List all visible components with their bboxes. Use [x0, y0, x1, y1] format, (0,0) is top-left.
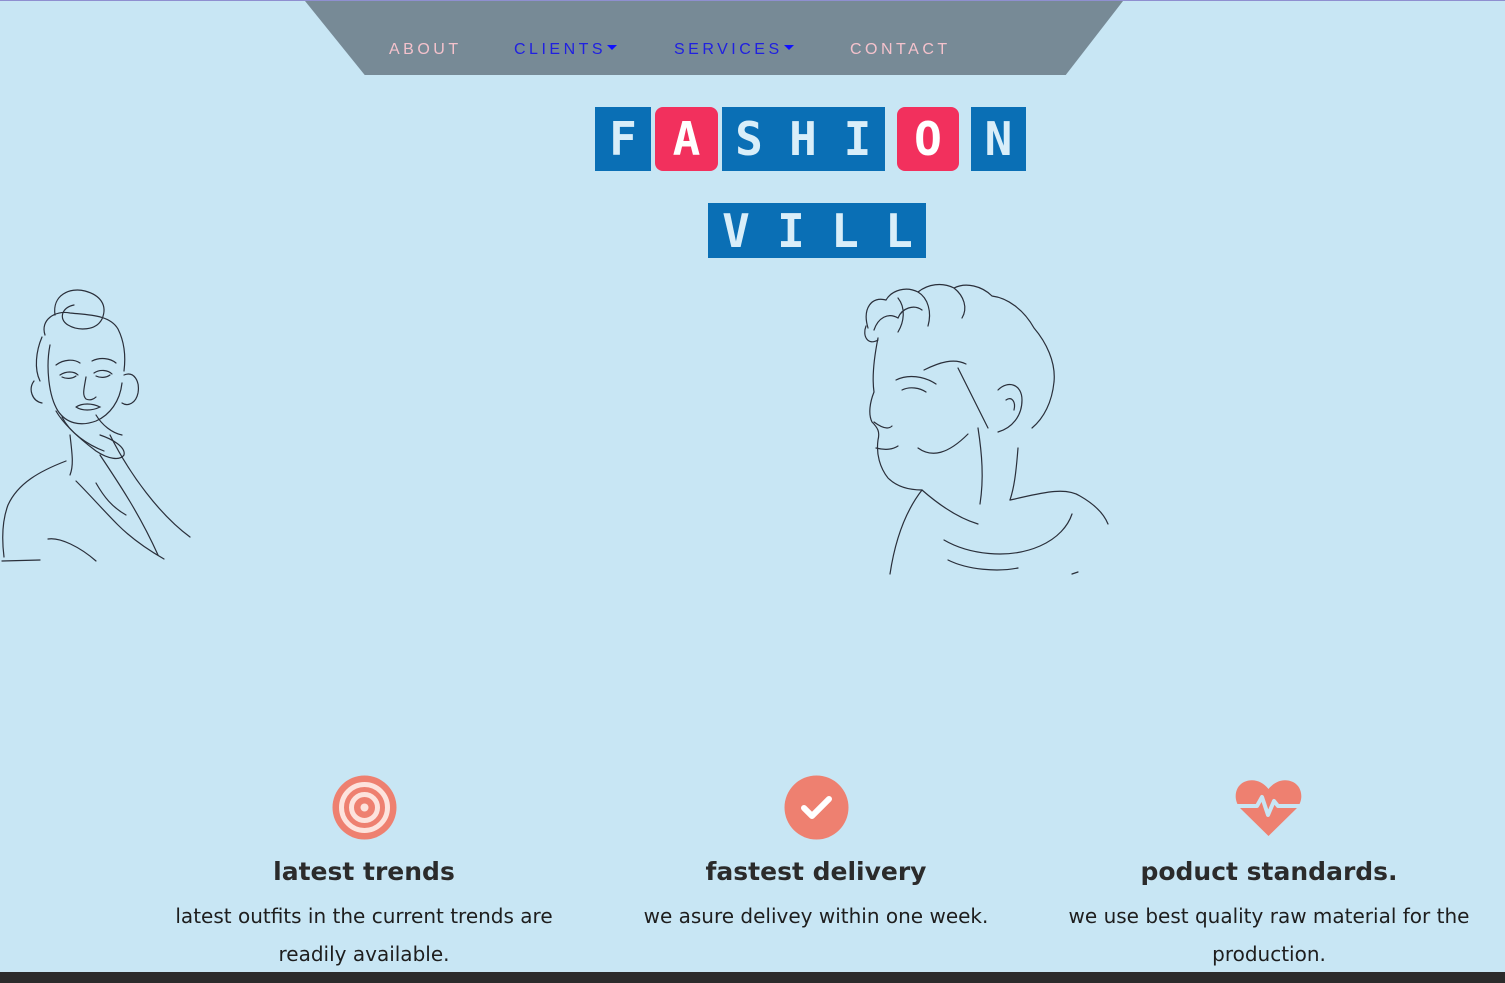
logo-letter: I	[830, 107, 885, 171]
top-border	[0, 0, 1505, 1]
logo-letter-highlight: A	[655, 107, 718, 171]
feature-title: fastest delivery	[705, 857, 927, 886]
woman-line-art-illustration	[1, 289, 191, 562]
feature-title: latest trends	[273, 857, 455, 886]
logo-letter: F	[595, 107, 651, 171]
logo-letter: S	[722, 107, 776, 171]
logo-letter: I	[777, 203, 805, 258]
man-line-art-illustration	[864, 283, 1109, 575]
nav-clients-label: CLIENTS	[514, 41, 607, 58]
logo-letter: N	[971, 107, 1026, 171]
nav-services[interactable]: SERVICES	[674, 41, 794, 59]
logo-letter: L	[885, 203, 913, 258]
logo-line-2: V I L L	[708, 203, 926, 258]
heartbeat-icon	[1235, 780, 1302, 836]
caret-down-icon	[783, 45, 794, 51]
check-circle-icon	[784, 775, 849, 840]
bottom-scroll-bar	[0, 972, 1505, 983]
nav-clients[interactable]: CLIENTS	[514, 41, 618, 59]
logo-line-1: F A S H I O N	[595, 107, 1026, 171]
nav-about[interactable]: ABOUT	[389, 41, 462, 59]
navbar: ABOUT CLIENTS SERVICES CONTACT	[305, 1, 1123, 75]
nav-contact[interactable]: CONTACT	[850, 41, 951, 59]
feature-title: poduct standards.	[1140, 857, 1398, 886]
feature-description: latest outfits in the current trends are…	[175, 904, 553, 966]
feature-description: we asure delivey within one week.	[643, 904, 989, 928]
nav-services-label: SERVICES	[674, 41, 783, 58]
logo-letter: V	[722, 203, 750, 258]
feature-description: we use best quality raw material for the…	[1068, 904, 1470, 966]
target-icon	[332, 775, 397, 840]
logo-letter-highlight: O	[897, 107, 959, 171]
logo-letter: L	[831, 203, 859, 258]
caret-down-icon	[607, 45, 618, 51]
logo-letter: H	[776, 107, 830, 171]
